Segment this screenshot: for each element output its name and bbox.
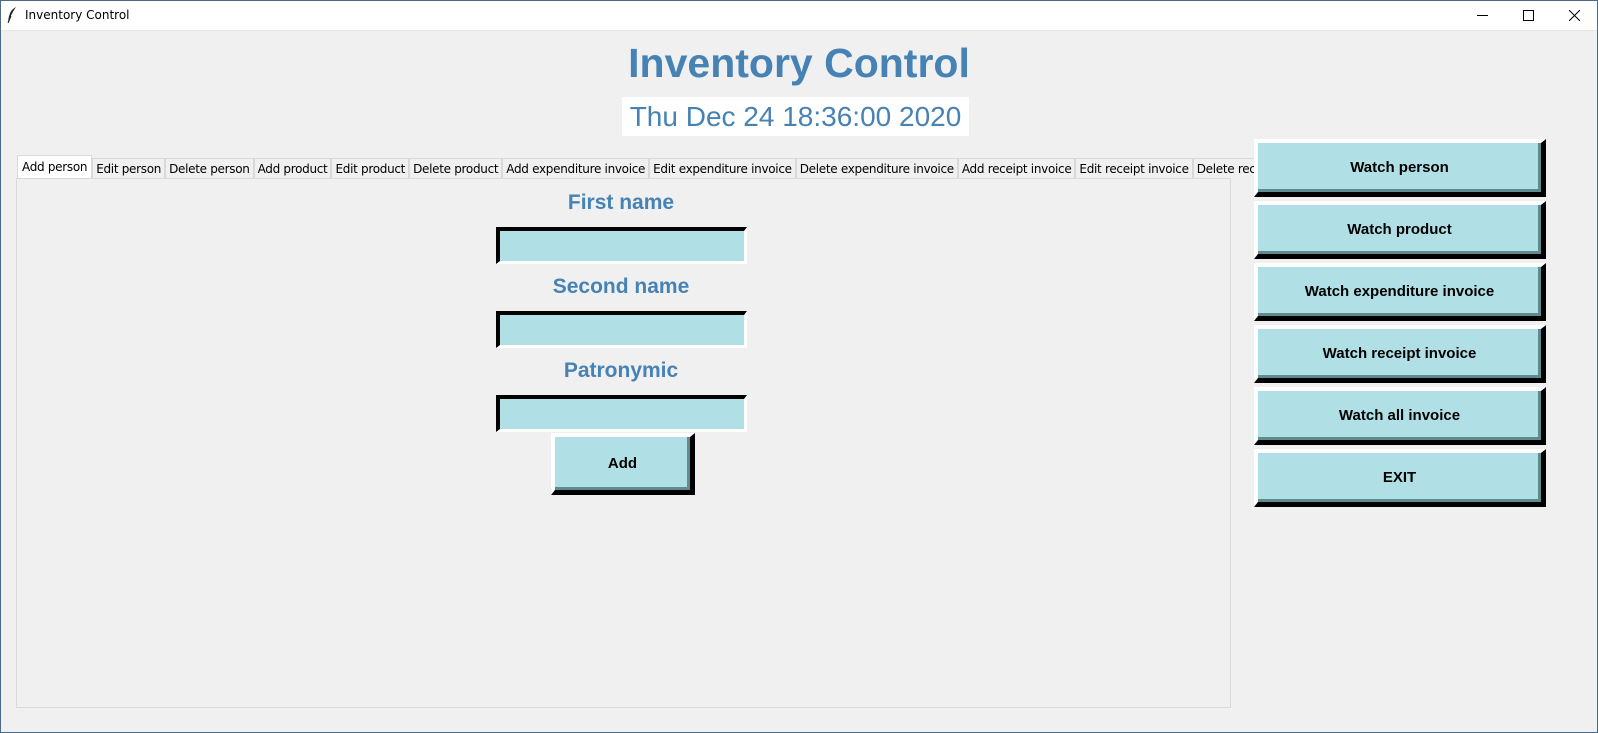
watch-expenditure-invoice-button[interactable]: Watch expenditure invoice [1254, 263, 1546, 321]
watch-product-button[interactable]: Watch product [1254, 201, 1546, 259]
watch-all-invoice-button[interactable]: Watch all invoice [1254, 387, 1546, 445]
tab-delete-expenditure-invoice[interactable]: Delete expenditure invoice [795, 158, 958, 179]
window-title: Inventory Control [25, 8, 130, 22]
tab-bar: Add person Edit person Delete person Add… [17, 155, 1326, 179]
watch-receipt-invoice-button[interactable]: Watch receipt invoice [1254, 325, 1546, 383]
tab-add-person[interactable]: Add person [17, 155, 93, 179]
second-name-field[interactable] [496, 311, 747, 348]
tab-edit-product[interactable]: Edit product [331, 158, 410, 179]
patronymic-field[interactable] [496, 395, 747, 432]
clock-display: Thu Dec 24 18:36:00 2020 [622, 97, 969, 136]
first-name-field[interactable] [496, 227, 747, 264]
title-bar: Inventory Control [0, 0, 1598, 31]
watch-person-button[interactable]: Watch person [1254, 139, 1546, 197]
page-title: Inventory Control [628, 40, 970, 86]
maximize-icon [1522, 9, 1534, 21]
patronymic-label: Patronymic [563, 359, 679, 382]
tab-delete-product[interactable]: Delete product [409, 158, 503, 179]
close-icon [1568, 9, 1580, 21]
tab-add-receipt-invoice[interactable]: Add receipt invoice [957, 158, 1076, 179]
tab-add-product[interactable]: Add product [253, 158, 332, 179]
tab-delete-person[interactable]: Delete person [165, 158, 254, 179]
exit-button[interactable]: EXIT [1254, 449, 1546, 507]
feather-icon [6, 6, 18, 24]
minimize-icon [1476, 10, 1488, 21]
first-name-label: First name [567, 191, 675, 214]
second-name-label: Second name [552, 275, 690, 298]
tab-edit-person[interactable]: Edit person [92, 158, 166, 179]
close-button[interactable] [1551, 0, 1597, 30]
minimize-button[interactable] [1459, 0, 1505, 30]
maximize-button[interactable] [1505, 0, 1551, 30]
tab-edit-receipt-invoice[interactable]: Edit receipt invoice [1075, 158, 1193, 179]
add-button[interactable]: Add [551, 433, 695, 495]
tab-edit-expenditure-invoice[interactable]: Edit expenditure invoice [649, 158, 796, 179]
tab-add-expenditure-invoice[interactable]: Add expenditure invoice [502, 158, 650, 179]
